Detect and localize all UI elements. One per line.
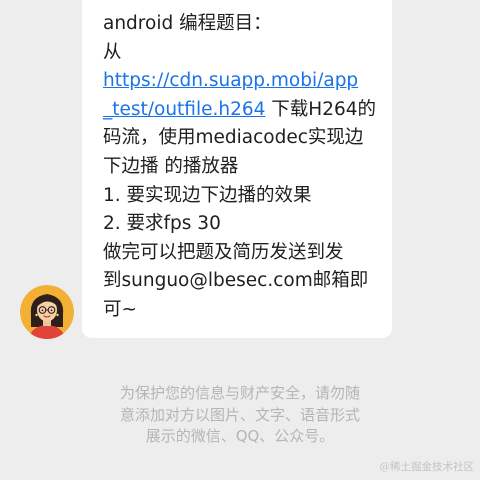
notice-line: 意添加对方以图片、文字、语音形式 [119,405,360,424]
download-link[interactable]: https://cdn.suapp.mobi/app [103,67,376,96]
message-line: android 编程题目： [103,13,272,34]
notice-line: 为保护您的信息与财产安全，请勿随 [119,384,360,402]
message-line: 下边播 的播放器 [103,155,239,177]
chat-area: android 编程题目： 从 https://cdn.suapp.mobi/a… [0,0,480,480]
message-line: 可~ [103,298,138,320]
message-line: 1. 要实现边下边播的效果 [103,184,312,206]
message-line: 码流，使用mediacodec实现边 [103,127,364,149]
watermark: @稀土掘金技术社区 [379,461,475,473]
message-bubble[interactable]: android 编程题目： 从 https://cdn.suapp.mobi/a… [82,0,392,338]
message-line-with-link: _test/outfile.h264 下载H264的 [103,96,376,125]
download-link-continued[interactable]: _test/outfile.h264 [103,99,265,120]
message-line: 2. 要求fps 30 [103,213,221,235]
security-notice: 为保护您的信息与财产安全，请勿随 意添加对方以图片、文字、语音形式 展示的微信、… [70,383,410,448]
avatar[interactable] [20,285,74,339]
message-text: 下载H264的 [265,98,377,120]
notice-line: 展示的微信、QQ、公众号。 [145,427,335,445]
avatar-icon [20,285,74,339]
message-line: 到sunguo@lbesec.com邮箱即 [103,270,369,292]
message-line: 做完可以把题及简历发送到发 [103,241,344,263]
message-line: 从 [103,41,122,63]
